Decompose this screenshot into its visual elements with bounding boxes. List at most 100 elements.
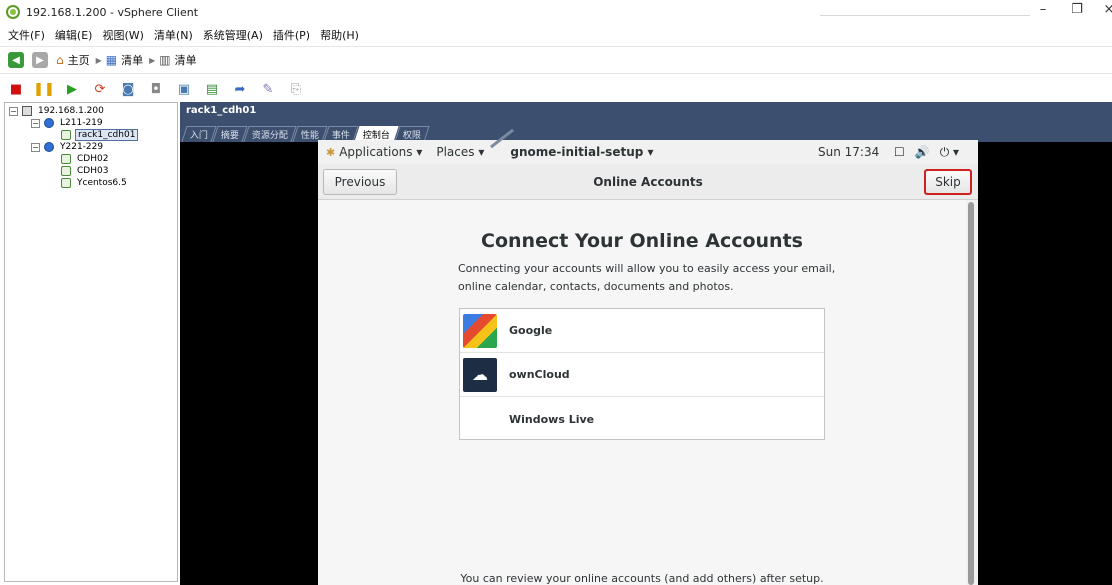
chevron-right-icon: ▶ <box>149 55 156 65</box>
restore-button[interactable]: ❐ <box>1062 2 1092 17</box>
suspend-icon[interactable]: ❚❚ <box>33 81 55 97</box>
tree-item-vm[interactable]: CDH02 <box>5 153 177 165</box>
power-off-icon[interactable]: ■ <box>8 81 24 97</box>
setup-header: Previous Online Accounts Skip <box>318 164 978 200</box>
skip-button[interactable]: Skip <box>924 169 972 195</box>
menu-inventory[interactable]: 清单(N) <box>154 27 193 43</box>
vsphere-logo-icon <box>6 5 20 19</box>
tree-item-vm-selected[interactable]: rack1_cdh01 <box>5 129 177 141</box>
account-list: Google ☁ ownCloud Windows Live <box>459 308 825 440</box>
collapse-icon[interactable]: − <box>31 142 40 152</box>
page-footer-note: You can review your online accounts (and… <box>460 572 824 585</box>
tree-item-label: 192.168.1.200 <box>38 106 104 116</box>
menu-administration[interactable]: 系统管理(A) <box>203 27 263 43</box>
resource-pool-icon <box>44 118 54 128</box>
collapse-icon[interactable]: − <box>9 106 18 116</box>
snapshot-icon[interactable]: ◙ <box>120 81 136 97</box>
inventory-tree: − 192.168.1.200 − L211-219 rack1_cdh01 −… <box>4 102 178 582</box>
tree-item-label: CDH02 <box>77 154 109 164</box>
owncloud-icon: ☁ <box>463 357 497 392</box>
page-description: Connecting your accounts will allow you … <box>458 262 836 293</box>
minimize-button[interactable]: – <box>1028 2 1058 17</box>
edit-settings-icon[interactable]: ✎ <box>260 81 276 97</box>
vm-console[interactable]: ✱ Applications ▾ Places ▾ gnome-initial-… <box>318 140 978 585</box>
breadcrumb-inventory-2[interactable]: ▶ ▥ 清单 <box>149 52 197 68</box>
home-icon: ⌂ <box>56 53 64 67</box>
tree-item-vm[interactable]: CDH03 <box>5 165 177 177</box>
menu-edit[interactable]: 编辑(E) <box>55 27 93 43</box>
navigation-bar: ◀ ▶ ⌂ 主页 ▶ ▦ 清单 ▶ ▥ 清单 <box>0 46 1112 74</box>
vm-icon <box>61 166 71 176</box>
tree-item-cluster2[interactable]: − Y221-229 <box>5 141 177 153</box>
clone-icon[interactable]: ⎘ <box>288 81 304 97</box>
applications-label: Applications ▾ <box>339 145 423 159</box>
tree-item-vm[interactable]: Ycentos6.5 <box>5 177 177 189</box>
tab-getting-started[interactable]: 入门 <box>181 126 217 142</box>
window-title: 192.168.1.200 - vSphere Client <box>26 5 199 19</box>
resource-pool-icon <box>44 142 54 152</box>
google-icon <box>463 313 497 348</box>
toolbar: ■ ❚❚ ▶ ⟳ ◙ ◘ ▣ ▤ ➦ ✎ ⎘ <box>0 76 1112 102</box>
tree-item-label: L211-219 <box>60 118 103 128</box>
tab-resource-allocation[interactable]: 资源分配 <box>243 126 297 142</box>
scrollbar[interactable] <box>968 202 974 585</box>
tree-item-label: CDH03 <box>77 166 109 176</box>
menu-view[interactable]: 视图(W) <box>102 27 143 43</box>
chevron-right-icon: ▶ <box>95 55 102 65</box>
console-icon[interactable]: ▤ <box>204 81 220 97</box>
tree-item-label: Ycentos6.5 <box>77 178 127 188</box>
collapse-icon[interactable]: − <box>31 118 40 128</box>
tree-item-host[interactable]: − 192.168.1.200 <box>5 105 177 117</box>
tab-summary[interactable]: 摘要 <box>212 126 248 142</box>
setup-body: Connect Your Online Accounts Connecting … <box>318 200 966 585</box>
breadcrumb-inventory-2-label: 清单 <box>174 54 197 67</box>
tree-item-label: Y221-229 <box>60 142 104 152</box>
breadcrumb-inventory[interactable]: ▶ ▦ 清单 <box>96 52 144 68</box>
breadcrumb-home-label: 主页 <box>67 54 90 67</box>
close-button[interactable]: × <box>1094 2 1112 17</box>
applications-icon: ✱ <box>326 145 336 159</box>
menu-help[interactable]: 帮助(H) <box>320 27 359 43</box>
windows-live-icon <box>463 402 497 436</box>
account-item-google[interactable]: Google <box>460 309 824 353</box>
clock[interactable]: Sun 17:34 <box>818 145 879 159</box>
window-icon[interactable]: ☐ <box>894 145 905 160</box>
account-name: Windows Live <box>509 412 595 426</box>
reset-icon[interactable]: ⟳ <box>92 81 108 97</box>
account-item-windows-live[interactable]: Windows Live <box>460 397 824 441</box>
setup-page-title: Online Accounts <box>593 175 703 189</box>
inventory-icon: ▦ <box>105 53 118 67</box>
vm-pane-title: rack1_cdh01 <box>180 102 1112 124</box>
search-field[interactable] <box>820 4 1030 16</box>
vm-icon <box>61 154 71 164</box>
places-menu[interactable]: Places ▾ <box>436 145 484 159</box>
menu-file[interactable]: 文件(F) <box>8 27 45 43</box>
applications-menu[interactable]: ✱ Applications ▾ <box>326 145 422 159</box>
account-name: Google <box>509 324 553 337</box>
vm-inventory-icon: ▥ <box>159 53 171 67</box>
app-menu[interactable]: gnome-initial-setup ▾ <box>510 145 653 159</box>
migrate-icon[interactable]: ➦ <box>232 81 248 97</box>
system-tray[interactable]: ☐ 🔊 ⏻ ▾ <box>894 145 959 160</box>
power-on-icon[interactable]: ▶ <box>64 81 80 97</box>
power-icon[interactable]: ⏻ ▾ <box>940 145 959 160</box>
server-icon <box>22 106 32 116</box>
vm-running-icon <box>61 130 71 140</box>
breadcrumb-inventory-label: 清单 <box>121 54 144 67</box>
menu-plugins[interactable]: 插件(P) <box>273 27 310 43</box>
gnome-top-bar: ✱ Applications ▾ Places ▾ gnome-initial-… <box>318 140 978 164</box>
tree-item-label: rack1_cdh01 <box>75 129 139 141</box>
page-heading: Connect Your Online Accounts <box>481 230 803 252</box>
account-item-owncloud[interactable]: ☁ ownCloud <box>460 353 824 397</box>
back-button[interactable]: ◀ <box>8 52 24 68</box>
menu-bar: 文件(F) 编辑(E) 视图(W) 清单(N) 系统管理(A) 插件(P) 帮助… <box>0 24 1112 46</box>
title-bar: 192.168.1.200 - vSphere Client – ❐ × <box>0 0 1112 24</box>
tree-item-cluster1[interactable]: − L211-219 <box>5 117 177 129</box>
revert-snapshot-icon[interactable]: ◘ <box>148 81 164 97</box>
vm-icon <box>61 178 71 188</box>
forward-button[interactable]: ▶ <box>32 52 48 68</box>
account-name: ownCloud <box>509 368 570 381</box>
breadcrumb-home[interactable]: ⌂ 主页 <box>56 52 90 68</box>
snapshot-manager-icon[interactable]: ▣ <box>176 81 192 97</box>
volume-icon[interactable]: 🔊 <box>915 145 930 160</box>
